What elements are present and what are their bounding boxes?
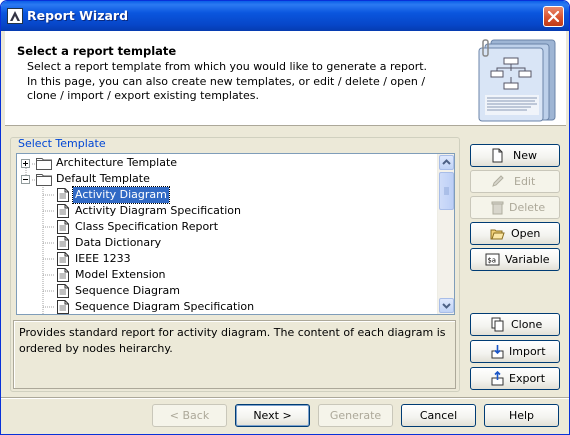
new-document-icon <box>492 148 503 163</box>
edit-button[interactable]: Edit <box>470 170 560 193</box>
collapse-toggle[interactable] <box>21 175 30 184</box>
close-icon <box>548 11 559 22</box>
tree-scrollbar[interactable] <box>437 154 454 314</box>
tree-folder-label: Architecture Template <box>56 156 178 169</box>
edit-label: Edit <box>514 175 536 188</box>
document-icon <box>57 300 69 314</box>
tree-folder[interactable]: Architecture Template <box>17 155 437 171</box>
report-template-icon <box>478 39 556 122</box>
import-label: Import <box>509 345 546 358</box>
tree-item-label: Sequence Diagram Specification <box>75 300 255 313</box>
tree-item[interactable]: Sequence Diagram <box>17 283 437 299</box>
tree-item[interactable]: Data Dictionary <box>17 235 437 251</box>
variable-button[interactable]: $a Variable <box>470 248 560 271</box>
tree-folder[interactable]: Default Template <box>17 171 437 187</box>
variable-icon: $a <box>485 253 500 266</box>
template-description: Provides standard report for activity di… <box>19 326 446 355</box>
close-button[interactable] <box>543 6 564 27</box>
chevron-down-icon <box>442 303 451 309</box>
trash-icon <box>491 201 504 215</box>
page-description: Select a report template from which you … <box>27 60 428 102</box>
open-button[interactable]: Open <box>470 222 560 245</box>
grip-icon <box>444 187 449 195</box>
wizard-header: Select a report template Select a report… <box>5 31 566 126</box>
export-label: Export <box>509 372 546 385</box>
tree-item[interactable]: Class Specification Report <box>17 219 437 235</box>
app-icon <box>7 8 23 24</box>
tree-item-label: Activity Diagram Specification <box>75 204 241 217</box>
tree-item[interactable]: Sequence Diagram Specification <box>17 299 437 314</box>
open-folder-icon <box>490 229 505 240</box>
tree-item-label: Data Dictionary <box>75 236 162 249</box>
tree-item[interactable]: IEEE 1233 <box>17 251 437 267</box>
template-description-box: Provides standard report for activity di… <box>13 320 456 389</box>
clone-icon <box>491 317 504 332</box>
next-button[interactable]: Next > <box>235 404 310 427</box>
select-template-label: Select Template <box>16 137 108 150</box>
tree-item-label: Activity Diagram <box>72 186 170 204</box>
scroll-down-button[interactable] <box>439 298 454 313</box>
template-tree[interactable]: Architecture Template Default Template Act… <box>16 153 455 315</box>
expand-toggle[interactable] <box>21 159 30 168</box>
tree-item-label: Class Specification Report <box>75 220 219 233</box>
tree-item-label: Sequence Diagram <box>75 284 180 297</box>
edit-icon <box>492 175 504 187</box>
page-title: Select a report template <box>17 44 177 58</box>
export-icon <box>491 371 504 386</box>
import-icon <box>491 345 504 359</box>
tree-item[interactable]: Activity Diagram Specification <box>17 203 437 219</box>
title-bar[interactable]: Report Wizard <box>1 1 569 31</box>
report-wizard-window: Report Wizard Select a report template S… <box>0 0 570 435</box>
new-button[interactable]: New <box>470 144 560 167</box>
back-button[interactable]: < Back <box>152 404 227 427</box>
clone-label: Clone <box>511 318 543 331</box>
delete-label: Delete <box>509 201 546 214</box>
tree-folder-label: Default Template <box>56 172 150 185</box>
tree-item[interactable]: Model Extension <box>17 267 437 283</box>
tree-item[interactable]: Activity Diagram <box>17 186 437 204</box>
delete-button[interactable]: Delete <box>470 196 560 219</box>
import-button[interactable]: Import <box>470 340 560 363</box>
variable-label: Variable <box>505 253 550 266</box>
tree-item-label: IEEE 1233 <box>75 252 131 265</box>
open-label: Open <box>511 227 541 240</box>
generate-button[interactable]: Generate <box>318 404 393 427</box>
footer-divider <box>1 397 569 399</box>
help-button[interactable]: Help <box>484 404 559 427</box>
export-button[interactable]: Export <box>470 367 560 390</box>
window-title: Report Wizard <box>27 8 129 23</box>
svg-text:$a: $a <box>488 257 496 265</box>
scroll-thumb[interactable] <box>439 172 454 210</box>
clone-button[interactable]: Clone <box>470 313 560 336</box>
chevron-up-icon <box>442 159 451 165</box>
new-label: New <box>513 149 537 162</box>
cancel-button[interactable]: Cancel <box>401 404 476 427</box>
tree-item-label: Model Extension <box>75 268 166 281</box>
scroll-up-button[interactable] <box>439 155 454 170</box>
